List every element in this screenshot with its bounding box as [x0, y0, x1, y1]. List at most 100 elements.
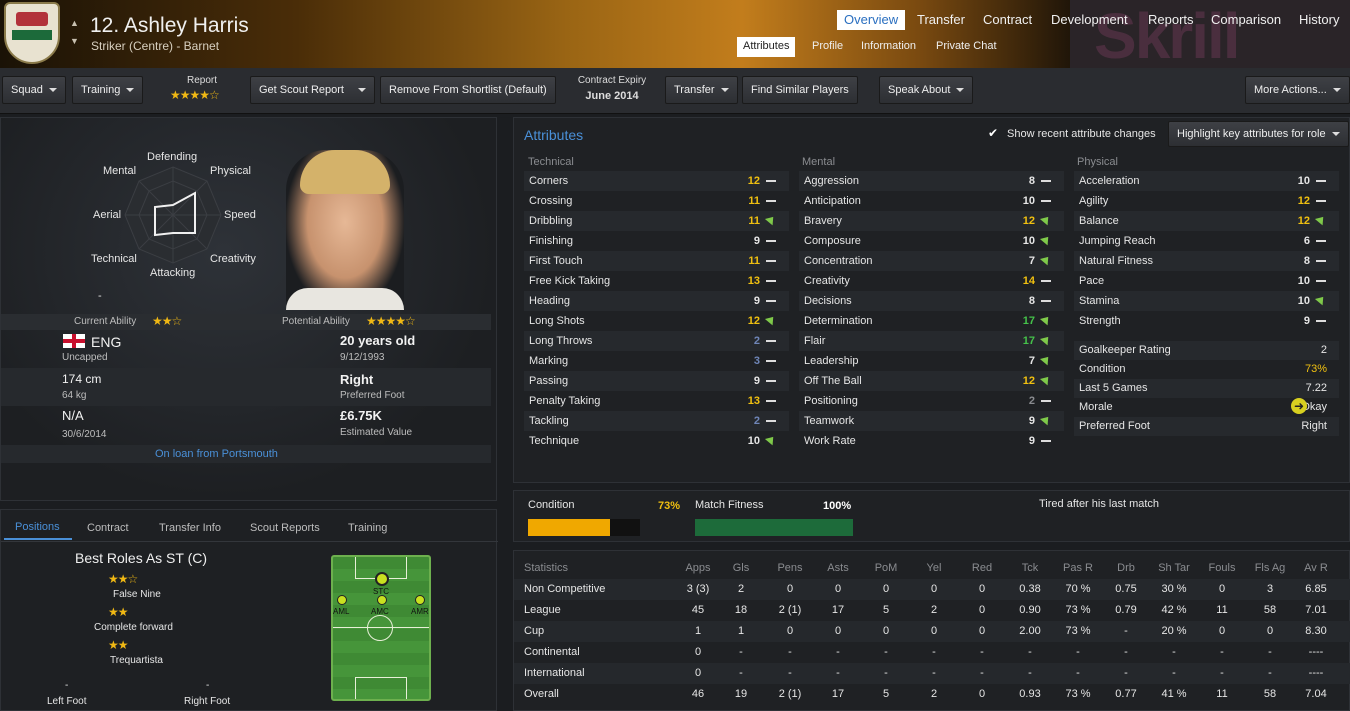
contract-expiry-value: June 2014	[585, 90, 639, 102]
tab-positions[interactable]: Positions	[15, 521, 60, 533]
tab-reports[interactable]: Reports	[1141, 10, 1201, 30]
tab-overview[interactable]: Overview	[837, 10, 906, 30]
stats-row: League 45 18 2 (1) 17 5 2 0 0.90 73 % 0.79 42 % 11 58…	[514, 600, 1350, 621]
stats-cell: 11	[1216, 688, 1228, 700]
remove-shortlist-button[interactable]: Remove From Shortlist (Default)	[380, 76, 556, 104]
transfer-button[interactable]: Transfer	[665, 76, 738, 104]
position-dot-amr[interactable]	[415, 595, 425, 605]
attribute-name: Finishing	[529, 235, 574, 247]
role-trequartista: Trequartista	[110, 655, 163, 666]
stats-cell: 0	[834, 583, 842, 595]
tab-development[interactable]: Development	[1044, 10, 1135, 30]
more-actions-button[interactable]: More Actions...	[1245, 76, 1350, 104]
stats-cell: 0	[834, 625, 842, 637]
active-tab-underline	[4, 538, 72, 540]
attributes-panel: Attributes ✔ Show recent attribute chang…	[513, 117, 1350, 483]
stats-cell: 73 %	[1065, 688, 1091, 700]
tab-comparison[interactable]: Comparison	[1204, 10, 1288, 30]
attribute-value: 12	[1297, 195, 1310, 207]
tab-transfer[interactable]: Transfer	[910, 10, 972, 30]
morale-arrow-icon: ➜	[1291, 398, 1307, 414]
attribute-row: Passing 9	[524, 371, 789, 391]
stats-cell: 0	[930, 583, 938, 595]
tab-history[interactable]: History	[1292, 10, 1346, 30]
stats-cell: -	[1124, 667, 1128, 679]
attribute-name: Flair	[804, 335, 826, 347]
trend-up-icon	[1314, 213, 1328, 226]
stats-cell: -	[1028, 646, 1032, 658]
highlight-key-attributes-button[interactable]: Highlight key attributes for role	[1168, 121, 1349, 147]
attribute-name: Creativity	[804, 275, 850, 287]
find-similar-button[interactable]: Find Similar Players	[742, 76, 858, 104]
player-photo	[286, 150, 404, 310]
trend-flat-icon	[1316, 280, 1326, 282]
tab-training[interactable]: Training	[348, 522, 387, 534]
subtab-attributes[interactable]: Attributes	[737, 37, 796, 57]
attribute-name: Tackling	[529, 415, 569, 427]
speak-about-button[interactable]: Speak About	[879, 76, 974, 104]
attribute-row: Composure 10	[799, 231, 1064, 251]
attribute-name: Teamwork	[804, 415, 855, 427]
attribute-row: Stamina 10	[1074, 291, 1339, 311]
role-complete-forward: Complete forward	[94, 622, 173, 633]
squad-button[interactable]: Squad	[2, 76, 66, 104]
loan-link[interactable]: On loan from Portsmouth	[155, 448, 278, 460]
chevron-down-icon	[48, 88, 57, 93]
technical-heading: Technical	[528, 156, 574, 168]
training-button[interactable]: Training	[72, 76, 144, 104]
next-player-arrow[interactable]: ▼	[70, 36, 79, 46]
stats-cell: 73 %	[1065, 625, 1091, 637]
attribute-row: Bravery 12	[799, 211, 1064, 231]
chevron-down-icon	[1331, 132, 1340, 137]
attribute-row: Technique 10	[524, 431, 789, 451]
subtab-information[interactable]: Information	[855, 37, 922, 57]
trend-flat-icon	[766, 280, 776, 282]
tab-transfer-info[interactable]: Transfer Info	[159, 522, 221, 534]
position-dot-amc[interactable]	[377, 595, 387, 605]
stats-row: Overall 46 19 2 (1) 17 5 2 0 0.93 73 % 0.77 41 % 11 5…	[514, 684, 1350, 705]
attribute-name: Determination	[804, 315, 873, 327]
attribute-row: Teamwork 9	[799, 411, 1064, 431]
stats-cell: 42 %	[1161, 604, 1187, 616]
extra-attribute-value: 73%	[1304, 363, 1327, 375]
subtab-private-chat[interactable]: Private Chat	[930, 37, 1003, 57]
tab-scout-reports[interactable]: Scout Reports	[250, 522, 320, 534]
right-foot-rating: -	[206, 680, 210, 691]
stats-cell: 58	[1263, 688, 1277, 700]
extra-attribute-name: Last 5 Games	[1079, 382, 1148, 394]
trend-up-icon	[1039, 333, 1053, 346]
attribute-row: Off The Ball 12	[799, 371, 1064, 391]
extra-attribute-row: Goalkeeper Rating 2	[1074, 341, 1339, 360]
attribute-name: Strength	[1079, 315, 1121, 327]
stats-cell: 5	[882, 688, 890, 700]
checkbox-checked-icon[interactable]: ✔	[988, 126, 998, 140]
chevron-down-icon	[956, 88, 965, 93]
subtab-profile[interactable]: Profile	[806, 37, 849, 57]
mental-attributes: Aggression 8 Anticipation 10 Bravery 12 Compos…	[799, 171, 1064, 451]
attribute-name: Agility	[1079, 195, 1109, 207]
previous-player-arrow[interactable]: ▲	[70, 18, 79, 28]
stats-cell: -	[739, 646, 743, 658]
stats-cell: 0	[882, 625, 890, 637]
attribute-value: 10	[1022, 235, 1035, 247]
stats-cell: 0.90	[1019, 604, 1041, 616]
stats-row-label: Non Competitive	[524, 583, 606, 595]
attribute-name: Penalty Taking	[529, 395, 601, 407]
get-scout-report-button[interactable]: Get Scout Report	[250, 76, 375, 104]
tab-contract[interactable]: Contract	[976, 10, 1039, 30]
stats-row-label: Cup	[524, 625, 545, 637]
trend-flat-icon	[766, 260, 776, 262]
attribute-value: 2	[753, 335, 760, 347]
attribute-name: Dribbling	[529, 215, 573, 227]
stats-header-cell: Gls	[732, 562, 750, 574]
position-dot-stc[interactable]	[375, 572, 389, 586]
attribute-value: 10	[1297, 295, 1310, 307]
position-label-amc: AMC	[371, 607, 389, 616]
tab-contract-info[interactable]: Contract	[87, 522, 129, 534]
trend-flat-icon	[766, 200, 776, 202]
trend-flat-icon	[766, 380, 776, 382]
position-dot-aml[interactable]	[337, 595, 347, 605]
stats-cell: 0	[694, 667, 702, 679]
potential-ability-label: Potential Ability	[282, 316, 350, 327]
show-recent-changes-label[interactable]: Show recent attribute changes	[1007, 128, 1156, 140]
